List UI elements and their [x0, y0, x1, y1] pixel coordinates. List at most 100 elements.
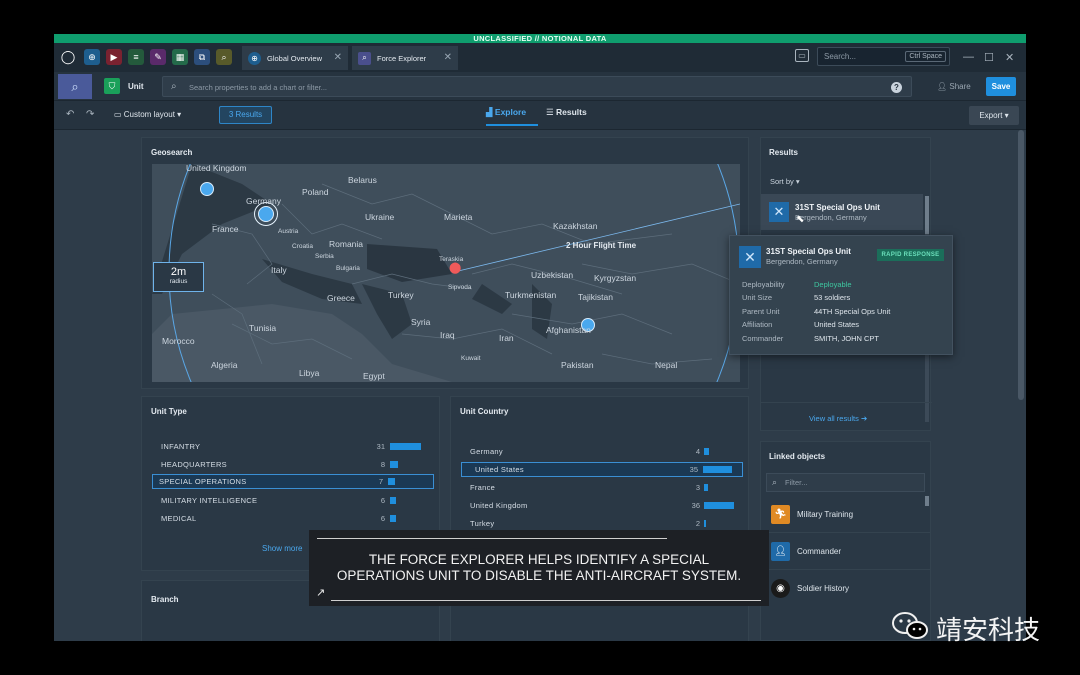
linked-object-item[interactable]: 🏃︎ Military Training [761, 497, 931, 533]
tab-global-overview[interactable]: ⊕ Global Overview ✕ [242, 46, 348, 70]
edit-app-icon[interactable]: ✎ [150, 49, 166, 65]
unit-type-row[interactable]: INFANTRY 31 [152, 439, 434, 454]
map-label: Marieta [444, 212, 473, 222]
wechat-logo-icon [890, 610, 930, 642]
globe-app-icon[interactable]: ⊕ [84, 49, 100, 65]
map-label: Kyrgyzstan [594, 273, 637, 283]
unit-marker-uk[interactable] [200, 182, 214, 196]
map-label: Algeria [211, 360, 238, 370]
tab-explore[interactable]: ▟ Explore [486, 107, 538, 126]
layout-dropdown[interactable]: ▭ Custom layout ▾ [114, 110, 181, 119]
unit-type-row[interactable]: MEDICAL 6 [152, 511, 434, 526]
results-scrollbar-thumb[interactable] [925, 196, 929, 234]
map-label: Sipvoda [448, 284, 472, 291]
map-label: Syria [411, 317, 431, 327]
radius-control[interactable]: 2m radius [153, 262, 204, 292]
search-app-icon[interactable]: ⌕ [216, 49, 232, 65]
redo-icon[interactable]: ↷ [86, 109, 94, 120]
map-label: Kazakhstan [553, 221, 598, 231]
count-bar [390, 497, 396, 504]
map-label: Pakistan [561, 360, 594, 370]
unit-type-row[interactable]: HEADQUARTERS 8 [152, 457, 434, 472]
caption-rule-top [317, 538, 667, 539]
person-icon: 👤︎ [771, 542, 790, 561]
mouse-cursor-icon: ⬉ [796, 214, 805, 225]
map-label: Belarus [348, 175, 377, 185]
tab-force-explorer[interactable]: ⌕ Force Explorer ✕ [352, 46, 458, 70]
map-label: Afghanistan [546, 325, 591, 335]
search-icon: ⌕ [358, 51, 371, 65]
unit-country-row-selected[interactable]: United States 35 [461, 462, 743, 477]
geosearch-map[interactable]: ⬤ United Kingdom Germany France Austria … [152, 164, 740, 382]
show-more-link[interactable]: Show more [262, 544, 302, 553]
map-label: Iraq [440, 330, 455, 340]
maximize-icon[interactable]: ☐ [984, 51, 994, 64]
arrow-right-icon: ➔ [858, 414, 868, 423]
flight-time-label: 2 Hour Flight Time [566, 241, 637, 250]
unit-type-row-selected[interactable]: SPECIAL OPERATIONS 7 [152, 474, 434, 489]
count-bar [704, 484, 708, 491]
map-graphics [152, 164, 740, 382]
map-label: Greece [327, 293, 355, 303]
unit-detail-popup: ✕ 31ST Special Ops Unit Bergendon, Germa… [729, 235, 953, 355]
results-count-badge[interactable]: 3 Results [219, 106, 272, 124]
help-icon[interactable]: ? [891, 82, 902, 93]
video-app-icon[interactable]: ▶ [106, 49, 122, 65]
map-label: Croatia [292, 243, 313, 250]
export-button[interactable]: Export ▾ [969, 106, 1019, 125]
object-type-label[interactable]: Unit [128, 82, 144, 91]
global-search-input[interactable]: Search... Ctrl Space [817, 47, 950, 66]
unit-country-row[interactable]: United Kingdom 36 [461, 498, 743, 513]
linked-filter-input[interactable]: ⌕ Filter... [766, 473, 925, 492]
unit-country-row[interactable]: Germany 4 [461, 444, 743, 459]
panel-title: Geosearch [151, 148, 193, 157]
map-label: Turkey [388, 290, 414, 300]
graph-app-icon[interactable]: ⧉ [194, 49, 210, 65]
globe-icon: ⊕ [248, 51, 261, 65]
notifications-icon[interactable]: ▭ [795, 49, 809, 62]
geosearch-panel: Geosearch ⬤ United Kingdom Germany Franc… [141, 137, 749, 389]
explorer-search-icon[interactable]: ⌕ [58, 74, 92, 99]
tab-results[interactable]: ☰ Results [546, 107, 587, 118]
unit-country-row[interactable]: Turkey 2 [461, 516, 743, 531]
video-caption: THE FORCE EXPLORER HELPS IDENTIFY A SPEC… [309, 530, 769, 606]
chart-icon: ▟ [486, 107, 495, 117]
result-item[interactable]: ✕ 31ST Special Ops Unit Bergendon, Germa… [761, 194, 923, 230]
attribute-key: Parent Unit [742, 307, 780, 316]
unit-marker-germany[interactable] [258, 206, 274, 222]
map-label: Morocco [162, 336, 195, 346]
attribute-value: 44TH Special Ops Unit [814, 307, 891, 316]
unit-type-row[interactable]: MILITARY INTELLIGENCE 6 [152, 493, 434, 508]
explore-toolbar: ↶ ↷ ▭ Custom layout ▾ 3 Results ▟ Explor… [54, 101, 1026, 130]
panel-title: Unit Type [151, 407, 187, 416]
close-tab-icon[interactable]: ✕ [334, 52, 342, 63]
attribute-value: SMITH, JOHN CPT [814, 334, 879, 343]
unit-country-row[interactable]: France 3 [461, 480, 743, 495]
panel-title: Unit Country [460, 407, 509, 416]
table-app-icon[interactable]: ▦ [172, 49, 188, 65]
panel-title: Branch [151, 595, 179, 604]
caption-text: THE FORCE EXPLORER HELPS IDENTIFY A SPEC… [336, 552, 742, 583]
workspace-scrollbar[interactable] [1018, 130, 1024, 400]
close-tab-icon[interactable]: ✕ [444, 52, 452, 63]
map-label: Nepal [655, 360, 678, 370]
close-window-icon[interactable]: ✕ [1005, 51, 1014, 64]
save-button[interactable]: Save [986, 77, 1016, 96]
search-icon: ⌕ [772, 477, 778, 487]
attribute-key: Affiliation [742, 320, 773, 329]
map-label: Bulgaria [336, 265, 360, 272]
sort-dropdown[interactable]: Sort by ▾ [770, 177, 800, 186]
view-all-results-link[interactable]: View all results ➔ [809, 414, 867, 423]
logo-icon[interactable]: ◯ [60, 49, 76, 65]
undo-icon[interactable]: ↶ [66, 109, 74, 120]
list-app-icon[interactable]: ≡ [128, 49, 144, 65]
count-bar [390, 461, 398, 468]
rapid-response-badge: RAPID RESPONSE [877, 249, 944, 261]
linked-object-item[interactable]: ◉ Soldier History [761, 571, 931, 607]
target-pin-icon[interactable]: ⬤ [449, 262, 461, 274]
minimize-icon[interactable]: — [963, 51, 974, 63]
share-button[interactable]: 👤︎ Share [937, 82, 971, 91]
attribute-key: Unit Size [742, 293, 773, 302]
linked-object-item[interactable]: 👤︎ Commander [761, 534, 931, 570]
property-search-input[interactable]: ⌕ Search properties to add a chart or fi… [162, 76, 912, 97]
